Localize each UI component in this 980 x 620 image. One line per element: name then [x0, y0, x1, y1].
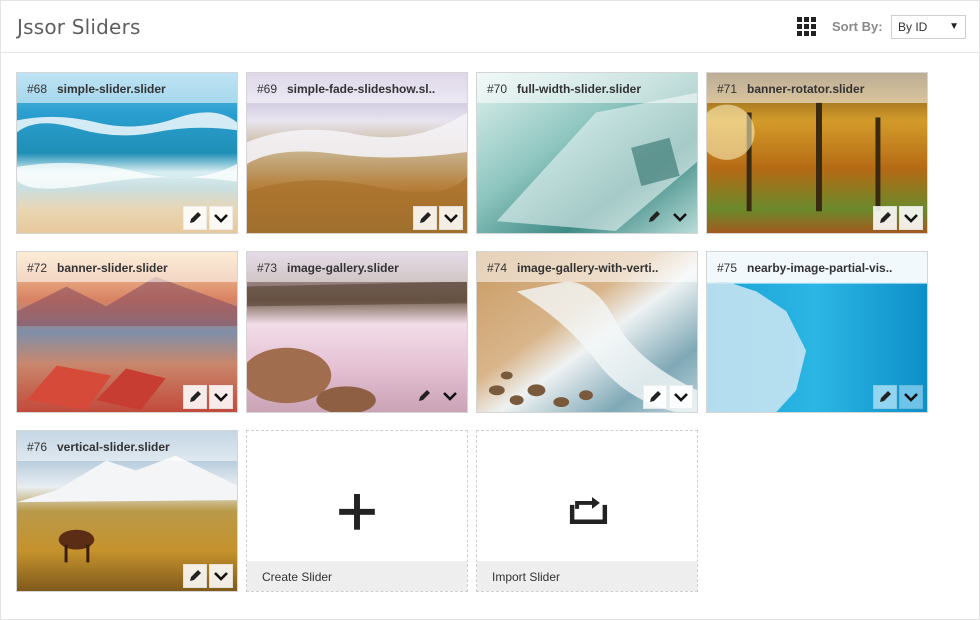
edit-button[interactable] — [183, 206, 207, 230]
edit-button[interactable] — [413, 385, 437, 409]
slider-card[interactable]: #71 banner-rotator.slider — [706, 72, 928, 234]
sort-by-label: Sort By: — [832, 19, 883, 34]
slider-name[interactable]: banner-rotator.slider — [747, 82, 864, 96]
import-slider-card[interactable]: Import Slider — [476, 430, 698, 592]
edit-button[interactable] — [413, 206, 437, 230]
pencil-icon — [649, 211, 660, 222]
slider-id: #71 — [717, 82, 738, 96]
chevron-down-icon — [214, 393, 228, 402]
slider-name[interactable]: full-width-slider.slider — [517, 82, 641, 96]
create-slider-card[interactable]: Create Slider — [246, 430, 468, 592]
edit-button[interactable] — [873, 206, 897, 230]
sort-by-value: By ID — [898, 20, 928, 34]
slider-name[interactable]: nearby-image-partial-vis.. — [747, 261, 892, 275]
slider-caption: #73 image-gallery.slider — [247, 252, 467, 282]
slider-id: #74 — [487, 261, 508, 275]
slider-name[interactable]: image-gallery.slider — [287, 261, 399, 275]
more-options-button[interactable] — [209, 206, 233, 230]
import-slider-label: Import Slider — [492, 570, 561, 584]
slider-id: #76 — [27, 440, 48, 454]
app-window: Jssor Sliders Sort By: By ID ▼ #68 simpl… — [0, 0, 980, 620]
create-slider-label: Create Slider — [262, 570, 333, 584]
slider-caption: #74 image-gallery-with-verti.. — [477, 252, 697, 282]
slider-card[interactable]: #73 image-gallery.slider — [246, 251, 468, 413]
import-icon — [569, 496, 608, 524]
slider-caption: #70 full-width-slider.slider — [477, 73, 697, 103]
slider-caption: #75 nearby-image-partial-vis.. — [707, 252, 927, 282]
slider-card[interactable]: #69 simple-fade-slideshow.sl.. — [246, 72, 468, 234]
slider-name[interactable]: simple-fade-slideshow.sl.. — [287, 82, 435, 96]
more-options-button[interactable] — [669, 206, 693, 230]
slider-caption: #68 simple-slider.slider — [17, 73, 237, 103]
slider-name[interactable]: vertical-slider.slider — [57, 440, 170, 454]
chevron-down-icon: ▼ — [949, 21, 959, 32]
chevron-down-icon — [444, 214, 458, 223]
slider-caption: #69 simple-fade-slideshow.sl.. — [247, 73, 467, 103]
chevron-down-icon — [214, 572, 228, 581]
edit-button[interactable] — [183, 564, 207, 588]
header-bar: Jssor Sliders Sort By: By ID ▼ — [1, 1, 979, 53]
import-slider-footer: Import Slider — [477, 561, 697, 591]
grid-view-icon[interactable] — [796, 16, 818, 38]
edit-button[interactable] — [183, 385, 207, 409]
chevron-down-icon — [673, 213, 687, 222]
slider-id: #69 — [257, 82, 278, 96]
more-options-button[interactable] — [439, 385, 463, 409]
chevron-down-icon — [904, 214, 918, 223]
pencil-icon — [420, 212, 431, 223]
slider-caption: #71 banner-rotator.slider — [707, 73, 927, 103]
slider-id: #70 — [487, 82, 508, 96]
slider-caption: #76 vertical-slider.slider — [17, 431, 237, 461]
chevron-down-icon — [674, 393, 688, 402]
pencil-icon — [190, 391, 201, 402]
more-options-button[interactable] — [439, 206, 463, 230]
slider-caption: #72 banner-slider.slider — [17, 252, 237, 282]
slider-id: #72 — [27, 261, 48, 275]
more-options-button[interactable] — [669, 385, 693, 409]
edit-button[interactable] — [643, 206, 667, 230]
slider-card[interactable]: #76 vertical-slider.slider — [16, 430, 238, 592]
more-options-button[interactable] — [209, 385, 233, 409]
edit-button[interactable] — [643, 385, 667, 409]
slider-card[interactable]: #75 nearby-image-partial-vis.. — [706, 251, 928, 413]
slider-id: #73 — [257, 261, 278, 275]
pencil-icon — [419, 390, 430, 401]
pencil-icon — [190, 570, 201, 581]
slider-name[interactable]: simple-slider.slider — [57, 82, 166, 96]
more-options-button[interactable] — [899, 206, 923, 230]
slider-id: #75 — [717, 261, 738, 275]
pencil-icon — [190, 212, 201, 223]
slider-name[interactable]: image-gallery-with-verti.. — [517, 261, 658, 275]
pencil-icon — [880, 212, 891, 223]
page-title: Jssor Sliders — [17, 15, 141, 39]
edit-button[interactable] — [873, 385, 897, 409]
sort-by-select[interactable]: By ID ▼ — [891, 15, 966, 39]
slider-card[interactable]: #70 full-width-slider.slider — [476, 72, 698, 234]
chevron-down-icon — [443, 392, 457, 401]
slider-card[interactable]: #68 simple-slider.slider — [16, 72, 238, 234]
chevron-down-icon — [214, 214, 228, 223]
more-options-button[interactable] — [899, 385, 923, 409]
pencil-icon — [880, 391, 891, 402]
more-options-button[interactable] — [209, 564, 233, 588]
plus-icon — [339, 494, 375, 530]
chevron-down-icon — [904, 393, 918, 402]
slider-name[interactable]: banner-slider.slider — [57, 261, 168, 275]
pencil-icon — [650, 391, 661, 402]
slider-card[interactable]: #72 banner-slider.slider — [16, 251, 238, 413]
slider-card[interactable]: #74 image-gallery-with-verti.. — [476, 251, 698, 413]
slider-id: #68 — [27, 82, 48, 96]
create-slider-footer: Create Slider — [247, 561, 467, 591]
